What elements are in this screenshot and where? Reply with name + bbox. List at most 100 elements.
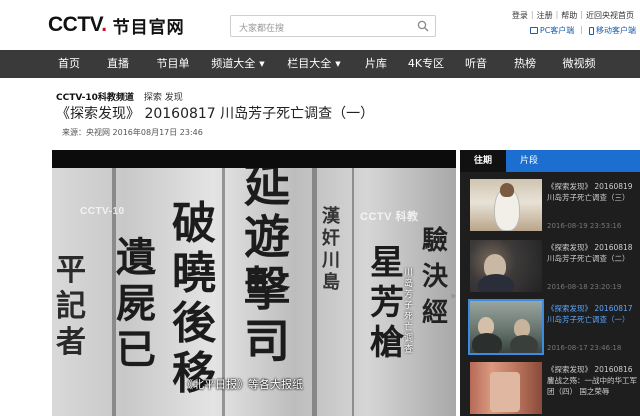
nav-label: 首页 <box>58 57 80 70</box>
episode-title[interactable]: 《探索发现》 20160816 鏖战之殇：一战中的华工军团（四） 国之荣辱 <box>547 364 637 397</box>
nav-item-schedule[interactable]: 节目单 <box>146 50 200 78</box>
nav-item-columns[interactable]: 栏目大全 ▼ <box>276 50 352 78</box>
episode-date: 2016-08-18 23:20:19 <box>547 283 622 291</box>
episode-thumbnail[interactable] <box>470 240 542 292</box>
sidebar-tabs: 往期 片段 <box>460 150 640 172</box>
newsprint-glyph: 已 <box>116 326 156 373</box>
separator: | <box>580 10 583 19</box>
chevron-down-icon: ▼ <box>259 60 265 68</box>
newsprint-glyph: 遊 <box>244 210 290 264</box>
pc-client-link[interactable]: PC客户端 <box>529 25 575 36</box>
newsprint-glyph: 擊 <box>244 262 290 316</box>
nav-label: 听音 <box>465 57 487 70</box>
newsprint-glyph: 槍 <box>370 323 404 363</box>
nav-label: 片库 <box>365 57 387 70</box>
episode-thumbnail[interactable] <box>468 299 544 355</box>
login-link[interactable]: 登录 <box>512 10 528 21</box>
tab-past-episodes[interactable]: 往期 <box>460 150 506 172</box>
video-player[interactable]: 平 記 者 遺 屍 已 破 曉 後 移 延 遊 擊 司 漢 奸 川 島 星 芳 … <box>52 150 456 416</box>
figure-shape <box>510 335 538 353</box>
paper-line <box>352 168 354 416</box>
cctv-kejiao-watermark: CCTV 科教 <box>360 211 419 223</box>
cctv10-watermark: CCTV-10 <box>80 206 125 217</box>
video-frame[interactable]: 平 記 者 遺 屍 已 破 曉 後 移 延 遊 擊 司 漢 奸 川 島 星 芳 … <box>52 168 456 416</box>
site-header: CCTV. 节目官网 登录 | 注册 | 帮助 | 近回央视首页 PC客户端 |… <box>0 0 640 50</box>
episode-thumbnail[interactable] <box>470 362 542 414</box>
home-link[interactable]: 近回央视首页 <box>586 10 634 21</box>
logo-text: 节目官网 <box>112 17 185 38</box>
figure-shape <box>478 274 514 292</box>
nav-item-micro-video[interactable]: 微视频 <box>550 50 608 78</box>
episode-thumbnail[interactable] <box>470 179 542 231</box>
list-item-selected[interactable]: 《探索发现》 20160817 川岛芳子死亡调查（一） 2016-08-17 2… <box>460 297 640 358</box>
tab-clips[interactable]: 片段 <box>506 150 552 172</box>
newsprint-glyph: 平 <box>56 253 86 288</box>
nav-item-4k[interactable]: 4K专区 <box>400 50 452 78</box>
list-item[interactable]: 《探索发现》 20160819 川岛芳子死亡调查（三） 2016-08-19 2… <box>460 175 640 236</box>
nav-label: 频道大全 <box>211 57 256 70</box>
newsprint-glyph: 漢 <box>322 206 340 227</box>
video-subtitle: 《北平日报》等各大报纸 <box>182 378 303 391</box>
episode-title[interactable]: 《探索发现》 20160817 川岛芳子死亡调查（一） <box>547 303 637 325</box>
newsprint-glyph: 奸 <box>322 228 340 249</box>
newsprint-glyph: 司 <box>244 314 290 368</box>
newsprint-glyph: 曉 <box>172 248 216 299</box>
nav-item-channels[interactable]: 频道大全 ▼ <box>200 50 276 78</box>
newsprint-glyph: 經 <box>422 298 449 328</box>
nav-item-live[interactable]: 直播 <box>90 50 146 78</box>
episode-date: 2016-08-17 23:46:18 <box>547 344 622 352</box>
newsprint-glyph: 延 <box>244 168 290 212</box>
nav-item-library[interactable]: 片库 <box>352 50 400 78</box>
newsprint-glyph: 屍 <box>116 280 156 327</box>
collapse-sidebar-icon[interactable]: » <box>450 291 456 302</box>
newsprint-glyph: 遺 <box>116 234 156 281</box>
search-box <box>230 15 436 39</box>
mobile-client-link[interactable]: 移动客户端 <box>589 25 636 36</box>
search-input[interactable] <box>231 19 411 39</box>
episode-date: 2016-08-19 23:53:16 <box>547 222 622 230</box>
episode-title[interactable]: 《探索发现》 20160818 川岛芳子死亡调查（二） <box>547 242 637 264</box>
newsprint-glyph: 星 <box>370 243 404 283</box>
paper-line <box>312 168 317 416</box>
nav-item-audio[interactable]: 听音 <box>452 50 500 78</box>
nav-label: 4K专区 <box>407 57 445 70</box>
page-title: 《探索发现》 20160817 川岛芳子死亡调查（一） <box>56 106 375 122</box>
tab-bar-fill <box>552 150 640 172</box>
client-links: PC客户端 | 移动客户端 <box>529 25 636 36</box>
list-item[interactable]: 《探索发现》 20160818 川岛芳子死亡调查（二） 2016-08-18 2… <box>460 236 640 297</box>
newsprint-glyph: 者 <box>56 325 86 360</box>
breadcrumb: CCTV-10科教频道 探索 发现 <box>56 90 183 103</box>
nav-item-home[interactable]: 首页 <box>48 50 90 78</box>
list-item[interactable]: 《探索发现》 20160816 鏖战之殇：一战中的华工军团（四） 国之荣辱 <box>460 358 640 416</box>
channel-link[interactable]: CCTV-10科教频道 <box>56 90 134 103</box>
nav-label: 节目单 <box>156 57 190 70</box>
figure-shape <box>490 372 520 412</box>
nav-label: 微视频 <box>562 57 596 70</box>
nav-label: 栏目大全 <box>287 57 332 70</box>
account-links: 登录 | 注册 | 帮助 | 近回央视首页 <box>512 10 634 21</box>
search-icon[interactable] <box>417 20 429 32</box>
episode-title[interactable]: 《探索发现》 20160819 川岛芳子死亡调查（三） <box>547 181 637 203</box>
episode-sidebar: 往期 片段 《探索发现》 20160819 川岛芳子死亡调查（三） 2016-0… <box>460 150 640 416</box>
help-link[interactable]: 帮助 <box>561 10 577 21</box>
episode-list: 《探索发现》 20160819 川岛芳子死亡调查（三） 2016-08-19 2… <box>460 172 640 416</box>
cctv-logo[interactable]: CCTV. 节目官网 <box>48 12 185 38</box>
separator: | <box>580 25 583 34</box>
nav-item-hot[interactable]: 热榜 <box>500 50 550 78</box>
phone-icon <box>589 26 594 35</box>
pc-client-label: PC客户端 <box>539 26 575 35</box>
newsprint-glyph: 川 <box>322 250 340 271</box>
logo-mark: CCTV. <box>48 13 107 36</box>
newsprint-glyph: 驗 <box>422 226 449 256</box>
separator: | <box>530 10 534 19</box>
nav-label: 热榜 <box>514 57 536 70</box>
vertical-caption: 川岛芳子死亡调查 <box>404 268 414 355</box>
mobile-client-label: 移动客户端 <box>596 26 636 35</box>
newsprint-glyph: 後 <box>172 298 216 349</box>
program-tag-link[interactable]: 探索 发现 <box>144 90 183 103</box>
source-meta: 来源：央视网 2016年08月17日 23:46 <box>62 128 203 137</box>
figure-shape <box>500 183 514 197</box>
figure-shape <box>472 333 502 353</box>
chevron-down-icon: ▼ <box>335 60 341 68</box>
register-link[interactable]: 注册 <box>537 10 553 21</box>
